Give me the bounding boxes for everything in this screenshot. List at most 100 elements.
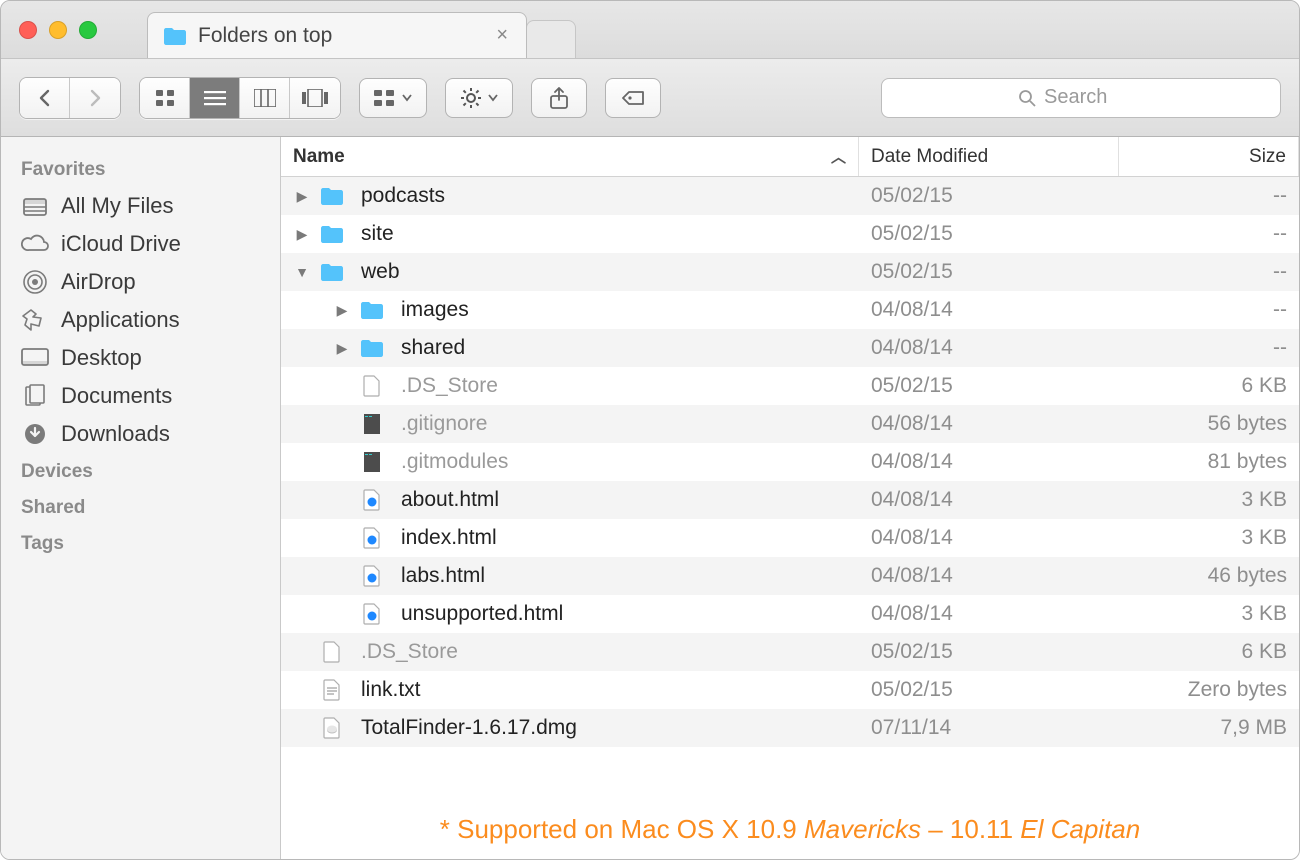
close-window-button[interactable] <box>19 21 37 39</box>
chevron-down-icon <box>488 94 498 102</box>
file-icon <box>319 641 345 663</box>
sidebar-item-airdrop[interactable]: AirDrop <box>1 263 280 301</box>
sidebar-heading: Favorites <box>1 151 280 187</box>
file-row[interactable]: about.html 04/08/14 3 KB <box>281 481 1299 519</box>
file-date: 05/02/15 <box>859 640 1119 664</box>
toolbar <box>1 59 1299 137</box>
file-row[interactable]: ▶ site 05/02/15 -- <box>281 215 1299 253</box>
column-name[interactable]: Name ︿ <box>281 137 859 176</box>
disclosure-triangle-icon[interactable]: ▶ <box>293 188 311 205</box>
file-row[interactable]: link.txt 05/02/15 Zero bytes <box>281 671 1299 709</box>
file-row[interactable]: .gitmodules 04/08/14 81 bytes <box>281 443 1299 481</box>
sidebar-item-label: Desktop <box>61 345 142 371</box>
sidebar-item-label: iCloud Drive <box>61 231 181 257</box>
file-date: 05/02/15 <box>859 222 1119 246</box>
file-date: 04/08/14 <box>859 450 1119 474</box>
file-size: 81 bytes <box>1119 450 1299 474</box>
tags-button[interactable] <box>605 78 661 118</box>
supported-note: * Supported on Mac OS X 10.9 Mavericks –… <box>281 804 1299 859</box>
column-headers: Name ︿ Date Modified Size <box>281 137 1299 177</box>
all-my-files-icon <box>21 194 49 218</box>
file-row[interactable]: .gitignore 04/08/14 56 bytes <box>281 405 1299 443</box>
sidebar: FavoritesAll My Files iCloud Drive AirDrop… <box>1 137 281 859</box>
file-name: index.html <box>401 526 497 550</box>
sidebar-item-desktop[interactable]: Desktop <box>1 339 280 377</box>
file-row[interactable]: .DS_Store 05/02/15 6 KB <box>281 367 1299 405</box>
file-row[interactable]: ▼ web 05/02/15 -- <box>281 253 1299 291</box>
html-icon <box>359 603 385 625</box>
file-row[interactable]: .DS_Store 05/02/15 6 KB <box>281 633 1299 671</box>
file-row[interactable]: unsupported.html 04/08/14 3 KB <box>281 595 1299 633</box>
file-name: .gitmodules <box>401 450 508 474</box>
file-name: .gitignore <box>401 412 487 436</box>
disclosure-triangle-icon[interactable]: ▶ <box>333 302 351 319</box>
finder-window: Folders on top × <box>0 0 1300 860</box>
close-tab-icon[interactable]: × <box>496 24 508 47</box>
file-name: .DS_Store <box>361 640 458 664</box>
file-date: 04/08/14 <box>859 336 1119 360</box>
active-tab[interactable]: Folders on top × <box>147 12 527 58</box>
file-date: 05/02/15 <box>859 374 1119 398</box>
file-name: shared <box>401 336 465 360</box>
folder-icon <box>319 261 345 283</box>
back-button[interactable] <box>20 78 70 118</box>
column-view-button[interactable] <box>240 78 290 118</box>
folder-icon <box>162 25 188 47</box>
file-size: 7,9 MB <box>1119 716 1299 740</box>
file-size: 3 KB <box>1119 488 1299 512</box>
coverflow-view-button[interactable] <box>290 78 340 118</box>
sidebar-item-applications[interactable]: Applications <box>1 301 280 339</box>
file-row[interactable]: ▶ images 04/08/14 -- <box>281 291 1299 329</box>
file-row[interactable]: labs.html 04/08/14 46 bytes <box>281 557 1299 595</box>
dmg-icon <box>319 717 345 739</box>
column-size[interactable]: Size <box>1119 137 1299 176</box>
file-row[interactable]: index.html 04/08/14 3 KB <box>281 519 1299 557</box>
sidebar-item-documents[interactable]: Documents <box>1 377 280 415</box>
view-group <box>139 77 341 119</box>
file-date: 04/08/14 <box>859 564 1119 588</box>
column-date[interactable]: Date Modified <box>859 137 1119 176</box>
sidebar-item-cloud[interactable]: iCloud Drive <box>1 225 280 263</box>
list-view-button[interactable] <box>190 78 240 118</box>
arrange-button[interactable] <box>359 78 427 118</box>
file-size: -- <box>1119 298 1299 322</box>
sidebar-item-label: Downloads <box>61 421 170 447</box>
zoom-window-button[interactable] <box>79 21 97 39</box>
forward-button[interactable] <box>70 78 120 118</box>
downloads-icon <box>21 422 49 446</box>
file-date: 04/08/14 <box>859 488 1119 512</box>
titlebar: Folders on top × <box>1 1 1299 59</box>
darkfile-icon <box>359 413 385 435</box>
new-tab-button[interactable] <box>526 20 576 58</box>
file-size: 46 bytes <box>1119 564 1299 588</box>
file-row[interactable]: TotalFinder-1.6.17.dmg 07/11/14 7,9 MB <box>281 709 1299 747</box>
share-button[interactable] <box>531 78 587 118</box>
search-field[interactable] <box>881 78 1281 118</box>
tabstrip: Folders on top × <box>147 1 576 58</box>
minimize-window-button[interactable] <box>49 21 67 39</box>
sidebar-item-all-my-files[interactable]: All My Files <box>1 187 280 225</box>
disclosure-triangle-icon[interactable]: ▼ <box>293 264 311 280</box>
html-icon <box>359 489 385 511</box>
airdrop-icon <box>21 270 49 294</box>
file-row[interactable]: ▶ shared 04/08/14 -- <box>281 329 1299 367</box>
file-date: 05/02/15 <box>859 678 1119 702</box>
file-date: 05/02/15 <box>859 260 1119 284</box>
search-input[interactable] <box>1044 86 1144 109</box>
sidebar-heading: Devices <box>1 453 280 489</box>
disclosure-triangle-icon[interactable]: ▶ <box>293 226 311 243</box>
file-size: 56 bytes <box>1119 412 1299 436</box>
desktop-icon <box>21 346 49 370</box>
txt-icon <box>319 679 345 701</box>
file-size: 6 KB <box>1119 640 1299 664</box>
icon-view-button[interactable] <box>140 78 190 118</box>
search-icon <box>1018 89 1036 107</box>
nav-group <box>19 77 121 119</box>
action-button[interactable] <box>445 78 513 118</box>
cloud-icon <box>21 232 49 256</box>
file-pane: Name ︿ Date Modified Size ▶ podcasts 05/… <box>281 137 1299 859</box>
sidebar-item-downloads[interactable]: Downloads <box>1 415 280 453</box>
disclosure-triangle-icon[interactable]: ▶ <box>333 340 351 357</box>
file-row[interactable]: ▶ podcasts 05/02/15 -- <box>281 177 1299 215</box>
tab-title: Folders on top <box>198 24 332 48</box>
